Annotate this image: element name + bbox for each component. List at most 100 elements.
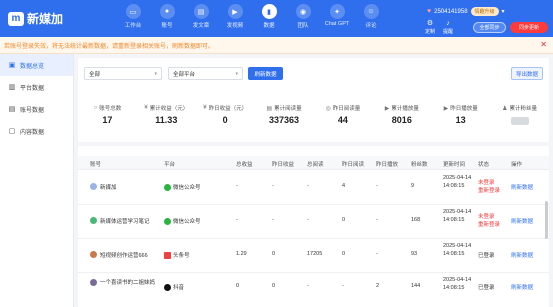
nav-workbench[interactable]: ▭ 工作台: [116, 4, 150, 29]
col-total-read: 总阅读: [307, 162, 324, 168]
export-data-button[interactable]: 导出数据: [511, 67, 543, 80]
stat-total-read: ▤ 累计阅读量 337363: [255, 104, 314, 126]
platform-name: 抖音: [173, 285, 185, 291]
top-bar: m 新媒加 ▭ 工作台 ● 账号 ▤ 发文章 ▶ 发视频 ▮ 数据 ◉ 团队 ✦ Chat G…: [0, 0, 553, 37]
chevron-down-icon: ▾: [154, 71, 157, 77]
platform-select[interactable]: 全部平台 ▾: [168, 67, 243, 80]
sidebar-item-platform[interactable]: ▥ 平台数据: [0, 76, 73, 98]
stat-value: 11.33: [155, 115, 178, 125]
status-cell: 未登录 重新登录: [478, 179, 500, 195]
bar-chart-icon: ▮: [261, 4, 277, 19]
yuan-icon: ¥: [203, 105, 207, 111]
stat-label: 累计收益（元）: [149, 106, 189, 112]
chat-icon: ✦: [329, 4, 345, 19]
stat-account-total: ○ 账号总数 17: [78, 104, 137, 125]
nav-team[interactable]: ◉ 团队: [286, 4, 320, 29]
refresh-data-button[interactable]: 刷新数据: [248, 67, 283, 80]
heart-icon: ♥: [427, 8, 432, 15]
read-icon: ▤: [266, 105, 273, 112]
nav-publish-video[interactable]: ▶ 发视频: [218, 4, 252, 29]
stat-label: 累计阅读量: [274, 106, 302, 112]
douyin-icon: [164, 283, 171, 291]
account-name: 短视频创作运营666: [100, 253, 148, 259]
table-row: 短视频创作运营666 头条号 1.29 0 17205 0 - 93 2025-…: [78, 239, 549, 273]
status-cell: 未登录 重新登录: [478, 213, 500, 229]
notification-icon[interactable]: ▾: [502, 8, 505, 15]
stat-label: 昨日收益（元）: [208, 106, 248, 112]
table-scrollbar[interactable]: [545, 201, 548, 239]
fans-cell: 93: [411, 251, 418, 257]
stat-label: 昨日阅读量: [332, 106, 361, 112]
sidebar-item-account-data[interactable]: ▤ 账号数据: [0, 98, 73, 120]
account-data-icon: ▤: [8, 106, 16, 113]
update-time-cell: 2025-04-14 14:08:15: [443, 175, 472, 189]
login-alert: 若账号登录失效，将无法统计最新数据，请重新登录相关账号，刷新数据即可。 ✕: [0, 37, 553, 54]
total-income-cell: 0: [236, 283, 240, 289]
account-icon: ○: [93, 105, 98, 111]
nav-data[interactable]: ▮ 数据: [252, 4, 286, 29]
account-cell[interactable]: 新媒体运营学习笔记: [90, 217, 150, 225]
nav-account[interactable]: ● 账号: [150, 4, 184, 29]
col-yesterday-income: 昨日收益: [272, 162, 295, 168]
account-cell[interactable]: 短视频创作运营666: [90, 251, 148, 259]
customize-button[interactable]: ⚙ 定制: [425, 20, 435, 35]
platform-select-value: 全部平台: [173, 71, 196, 78]
sync-now-button[interactable]: 同步更新: [510, 22, 548, 33]
sidebar-item-label: 账号数据: [20, 107, 45, 114]
avatar: [90, 251, 97, 258]
avatar: [90, 279, 97, 286]
stat-label: 累计粉丝量: [509, 106, 538, 112]
group-select[interactable]: 全部 ▾: [84, 67, 162, 80]
stat-total-fans: ♟ 累计粉丝量: [490, 104, 549, 125]
account-cell[interactable]: 一个喜读书的二姐妹妈: [90, 279, 156, 287]
vip-badge[interactable]: 情趣升级: [470, 7, 499, 16]
stat-label: 昨日播放量: [450, 106, 478, 112]
relogin-link[interactable]: 重新登录: [478, 221, 500, 229]
account-cell[interactable]: 新媒加: [90, 183, 117, 191]
stat-label: 累计播放量: [391, 106, 419, 112]
platform-name: 微信公众号: [173, 219, 201, 225]
remind-button[interactable]: ♪ 提醒: [443, 20, 453, 35]
sync-all-button[interactable]: 全部同步: [473, 22, 506, 33]
filter-card: 全部 ▾ 全部平台 ▾ 刷新数据 导出数据 ○ 账号总数 17 ¥ 累计收益（元） 11…: [78, 58, 549, 142]
article-icon: ▤: [193, 4, 209, 19]
stat-yesterday-income: ¥ 昨日收益（元） 0: [196, 104, 255, 125]
nav-comment[interactable]: ☺ 评论: [354, 4, 388, 29]
app-logo[interactable]: m 新媒加: [8, 10, 63, 27]
close-icon[interactable]: ✕: [540, 41, 547, 49]
nav-label: 团队: [297, 23, 309, 29]
refresh-row-link[interactable]: 刷新数据: [511, 183, 533, 191]
main-content: 全部 ▾ 全部平台 ▾ 刷新数据 导出数据 ○ 账号总数 17 ¥ 累计收益（元） 11…: [74, 54, 553, 307]
stat-total-income: ¥ 累计收益（元） 11.33: [137, 104, 196, 125]
eye-icon: ◎: [325, 105, 331, 112]
refresh-row-link[interactable]: 刷新数据: [511, 217, 533, 225]
sidebar-item-overview[interactable]: ▣ 数据总览: [0, 54, 73, 76]
sidebar-item-label: 内容数据: [20, 129, 45, 136]
refresh-row-link[interactable]: 刷新数据: [511, 283, 533, 291]
avatar: [90, 183, 97, 190]
account-info[interactable]: ♥ 2504141958 情趣升级 ▾: [427, 7, 505, 16]
play-icon: ▶: [443, 105, 449, 112]
relogin-link[interactable]: 重新登录: [478, 187, 500, 195]
stat-value: 8016: [391, 115, 412, 125]
total-read-cell: -: [307, 183, 309, 189]
fans-cell: 9: [411, 183, 415, 189]
table-row: 一个喜读书的二姐妹妈 抖音 0 0 - - 2 144 2025-04-14 1…: [78, 273, 549, 307]
total-read-cell: 17205: [307, 251, 323, 257]
sidebar-item-label: 数据总览: [20, 63, 45, 70]
col-yesterday-play: 昨日播放: [376, 162, 399, 168]
nav-publish-article[interactable]: ▤ 发文章: [184, 4, 218, 29]
sidebar-item-content-data[interactable]: ▢ 内容数据: [0, 120, 73, 142]
user-icon: ●: [159, 4, 175, 19]
stat-yesterday-read: ◎ 昨日阅读量 44: [314, 104, 373, 126]
nav-label: 工作台: [124, 23, 142, 29]
refresh-row-link[interactable]: 刷新数据: [511, 251, 533, 259]
stat-value: 13: [455, 115, 466, 125]
customize-icon: ⚙: [426, 20, 434, 27]
stat-label: 账号总数: [99, 106, 122, 112]
platform-name: 头条号: [173, 253, 190, 259]
platform-cell: 微信公众号: [164, 183, 201, 191]
nav-chatgpt[interactable]: ✦ Chat GPT: [320, 4, 354, 29]
stat-value: 337363: [269, 115, 300, 125]
yuan-icon: ¥: [144, 105, 148, 111]
